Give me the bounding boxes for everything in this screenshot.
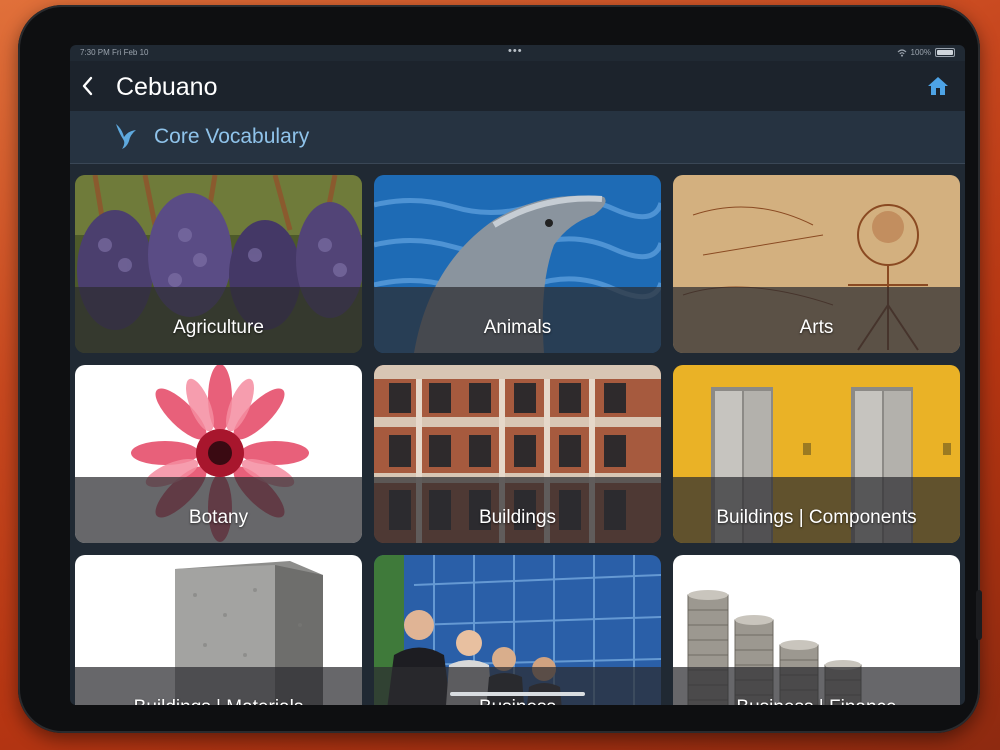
- page-title: Cebuano: [116, 73, 218, 101]
- category-label: Buildings | Materials: [75, 697, 362, 705]
- category-tile-business-finance[interactable]: Business | Finance: [673, 555, 960, 705]
- category-label: Agriculture: [173, 317, 264, 338]
- category-tile-agriculture[interactable]: Agriculture: [75, 175, 362, 353]
- tablet-frame: 7:30 PM Fri Feb 10 ••• 100% Cebuano Core…: [18, 5, 982, 733]
- status-bar: 7:30 PM Fri Feb 10 ••• 100%: [70, 45, 965, 61]
- multitask-dots[interactable]: •••: [508, 45, 523, 57]
- category-label: Animals: [483, 317, 552, 338]
- category-tile-buildings-materials[interactable]: Buildings | Materials: [75, 555, 362, 705]
- category-tile-botany[interactable]: Botany: [75, 365, 362, 543]
- category-tile-arts[interactable]: Arts: [673, 175, 960, 353]
- section-header: Core Vocabulary: [70, 111, 965, 164]
- status-right: 100%: [897, 48, 955, 57]
- category-label: Buildings | Components: [716, 507, 917, 528]
- category-label: Arts: [799, 317, 834, 338]
- wifi-icon: [897, 48, 906, 57]
- navigation-bar: Cebuano: [70, 61, 965, 111]
- back-chevron-icon[interactable]: [78, 73, 98, 99]
- category-label: Business: [374, 697, 661, 705]
- category-tile-animals[interactable]: Animals: [374, 175, 661, 353]
- status-time: 7:30 PM Fri Feb 10: [80, 48, 149, 57]
- volume-button: [976, 590, 982, 640]
- battery-icon: [935, 48, 955, 57]
- home-icon[interactable]: [927, 75, 949, 97]
- bird-logo-icon: [116, 124, 136, 149]
- category-tile-buildings[interactable]: Buildings: [374, 365, 661, 543]
- app-screen: 7:30 PM Fri Feb 10 ••• 100% Cebuano Core…: [70, 45, 965, 705]
- category-label: Business | Finance: [673, 697, 960, 705]
- battery-percent: 100%: [910, 48, 931, 57]
- home-indicator[interactable]: [450, 692, 585, 696]
- section-title: Core Vocabulary: [154, 125, 310, 148]
- category-tile-buildings-components[interactable]: Buildings | Components: [673, 365, 960, 543]
- category-label: Botany: [188, 507, 249, 528]
- category-label: Buildings: [478, 507, 557, 528]
- category-tile-business[interactable]: Business: [374, 555, 661, 705]
